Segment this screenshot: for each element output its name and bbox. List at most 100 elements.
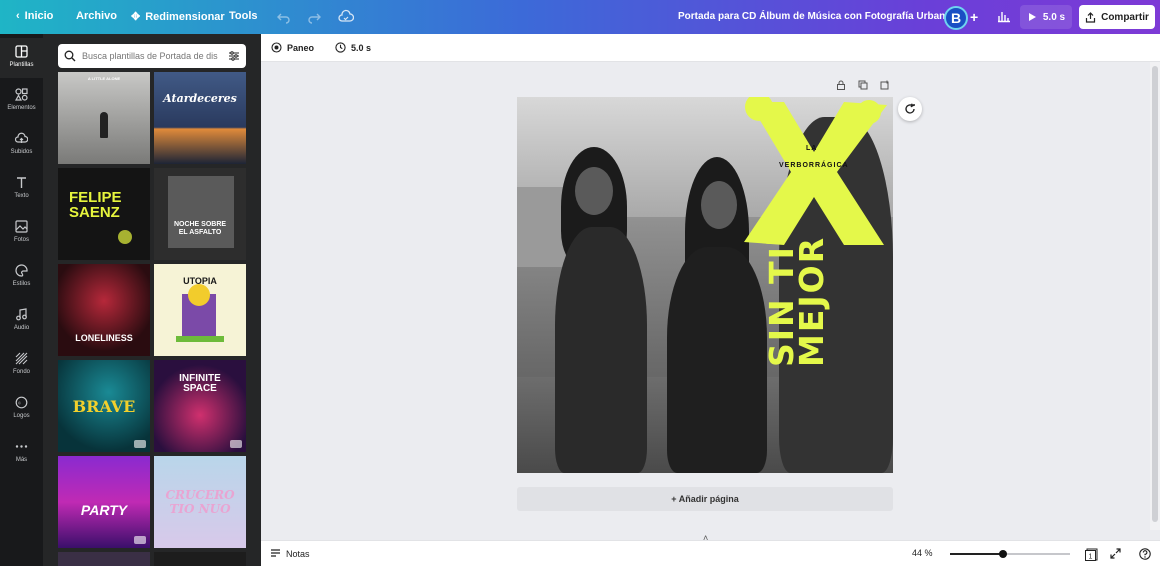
avatar[interactable]: B — [944, 6, 968, 30]
resize-icon: ✥ — [131, 11, 141, 23]
template-title: NOCHE SOBRE EL ASFALTO — [173, 221, 227, 236]
templates-panel: A LITTLE ALONE Atardeceres FELIPE SAENZ … — [43, 34, 261, 566]
pan-button[interactable]: Paneo — [271, 42, 314, 53]
home-button[interactable]: ‹ Inicio — [16, 10, 53, 22]
lock-icon[interactable] — [836, 80, 846, 90]
side-nav: Plantillas Elementos Subidos Texto Fotos… — [0, 34, 43, 566]
template-thumbnail[interactable]: INFINITE SPACE — [154, 360, 246, 452]
crown-icon — [134, 536, 146, 544]
file-label: Archivo — [76, 10, 117, 22]
chevron-left-icon: ‹ — [16, 10, 20, 22]
sidebar-item-audio[interactable]: Audio — [0, 304, 43, 344]
refresh-button[interactable] — [898, 97, 922, 121]
design-artboard[interactable]: LA VERBORRÁGICA SIN TI MEJOR — [517, 97, 893, 473]
sidebar-item-logos[interactable]: © Logos — [0, 392, 43, 432]
sidebar-item-label: Estilos — [12, 281, 31, 287]
notes-label: Notas — [286, 548, 310, 559]
duration-button[interactable]: 5.0 s — [335, 42, 371, 53]
present-button[interactable]: 5.0 s — [1020, 5, 1072, 29]
person-left-head — [575, 167, 613, 215]
insights-icon[interactable] — [997, 9, 1011, 23]
sidebar-item-label: Fondo — [12, 369, 30, 375]
filter-icon[interactable] — [228, 50, 240, 62]
photos-icon — [15, 220, 28, 233]
search-input[interactable] — [82, 51, 222, 61]
sidebar-item-label: Texto — [14, 193, 29, 199]
templates-icon — [15, 45, 28, 58]
undo-icon[interactable] — [277, 10, 291, 24]
template-search — [58, 44, 246, 68]
template-title: Atardeceres — [163, 91, 237, 105]
help-button[interactable] — [1139, 548, 1151, 560]
redo-icon[interactable] — [307, 10, 321, 24]
sidebar-item-background[interactable]: Fondo — [0, 348, 43, 388]
file-menu-button[interactable]: Archivo — [76, 10, 117, 22]
template-thumbnail[interactable]: BRAVE — [58, 360, 150, 452]
sidebar-item-more[interactable]: Más — [0, 436, 43, 476]
vertical-scrollbar[interactable] — [1150, 62, 1160, 530]
fullscreen-button[interactable] — [1110, 548, 1121, 559]
person-left-body — [555, 227, 647, 473]
sidebar-item-uploads[interactable]: Subidos — [0, 128, 43, 168]
add-page-button[interactable]: + Añadir página — [517, 487, 893, 511]
artwork-vertical-title: SIN TI MEJOR — [762, 235, 831, 367]
crown-icon — [230, 440, 242, 448]
sidebar-item-label: Plantillas — [9, 62, 34, 68]
template-title: PARTY — [80, 502, 128, 518]
sidebar-item-label: Elementos — [7, 105, 36, 111]
styles-icon — [15, 264, 28, 277]
template-thumbnail[interactable]: Atardeceres — [154, 72, 246, 164]
bottom-bar: Notas 44 % 1 — [261, 540, 1160, 566]
template-title: CRUCERO TIO NUO — [165, 488, 235, 516]
add-collaborator-icon[interactable]: + — [970, 9, 978, 25]
sidebar-item-elements[interactable]: Elementos — [0, 84, 43, 124]
zoom-slider-handle[interactable] — [999, 550, 1007, 558]
zoom-slider-fill — [950, 553, 1003, 555]
fullscreen-icon — [1110, 548, 1121, 559]
background-icon — [15, 352, 28, 365]
template-thumbnail[interactable]: NOCHE SOBRE EL ASFALTO — [154, 168, 246, 260]
tools-button[interactable]: Tools — [229, 10, 258, 22]
clock-icon — [335, 42, 346, 53]
notes-button[interactable]: Notas — [270, 548, 310, 559]
artwork-label-verborragica: VERBORRÁGICA — [779, 162, 849, 169]
svg-text:©: © — [18, 401, 21, 406]
template-thumbnail[interactable]: CRUCERO TIO NUO — [154, 456, 246, 548]
home-label: Inicio — [24, 10, 54, 22]
refresh-icon — [905, 103, 915, 114]
template-thumbnail[interactable]: UTOPIA — [154, 264, 246, 356]
x-splash-graphic — [744, 97, 887, 245]
template-thumbnail[interactable]: LONELINESS — [58, 264, 150, 356]
template-thumbnail[interactable]: A LITTLE ALONE — [58, 72, 150, 164]
duplicate-icon[interactable] — [858, 80, 868, 90]
resize-button[interactable]: ✥ Redimensionar — [131, 10, 225, 24]
upload-icon — [15, 132, 28, 143]
resize-label: Redimensionar — [145, 10, 225, 23]
sidebar-item-text[interactable]: Texto — [0, 172, 43, 212]
crown-icon — [134, 440, 146, 448]
sidebar-item-styles[interactable]: Estilos — [0, 260, 43, 300]
zoom-slider[interactable] — [950, 550, 1070, 558]
template-title: INFINITE SPACE — [179, 373, 221, 394]
template-title: BRAVE — [72, 396, 136, 416]
template-thumbnail[interactable]: PARTY — [58, 456, 150, 548]
logos-icon: © — [15, 396, 28, 409]
template-title: A LITTLE ALONE — [87, 76, 121, 81]
person-middle-body — [667, 247, 767, 473]
pan-label: Paneo — [287, 42, 315, 53]
sidebar-item-templates[interactable]: Plantillas — [0, 38, 43, 78]
sidebar-item-label: Audio — [13, 325, 30, 331]
cloud-saved-icon[interactable] — [338, 9, 354, 25]
person-middle-head — [701, 181, 737, 229]
sidebar-item-label: Logos — [13, 413, 30, 419]
sidebar-item-photos[interactable]: Fotos — [0, 216, 43, 256]
template-thumbnail[interactable]: FELIPE SAENZ — [58, 168, 150, 260]
duration-label: 5.0 s — [351, 42, 372, 53]
more-icon — [15, 445, 28, 448]
zoom-value[interactable]: 44 % — [912, 548, 933, 558]
share-button[interactable]: Compartir — [1079, 5, 1155, 29]
add-page-icon[interactable] — [880, 80, 890, 90]
page-tools — [836, 80, 890, 90]
document-title[interactable]: Portada para CD Álbum de Música con Foto… — [678, 11, 968, 22]
page-grid-button[interactable]: 1 — [1085, 548, 1098, 561]
